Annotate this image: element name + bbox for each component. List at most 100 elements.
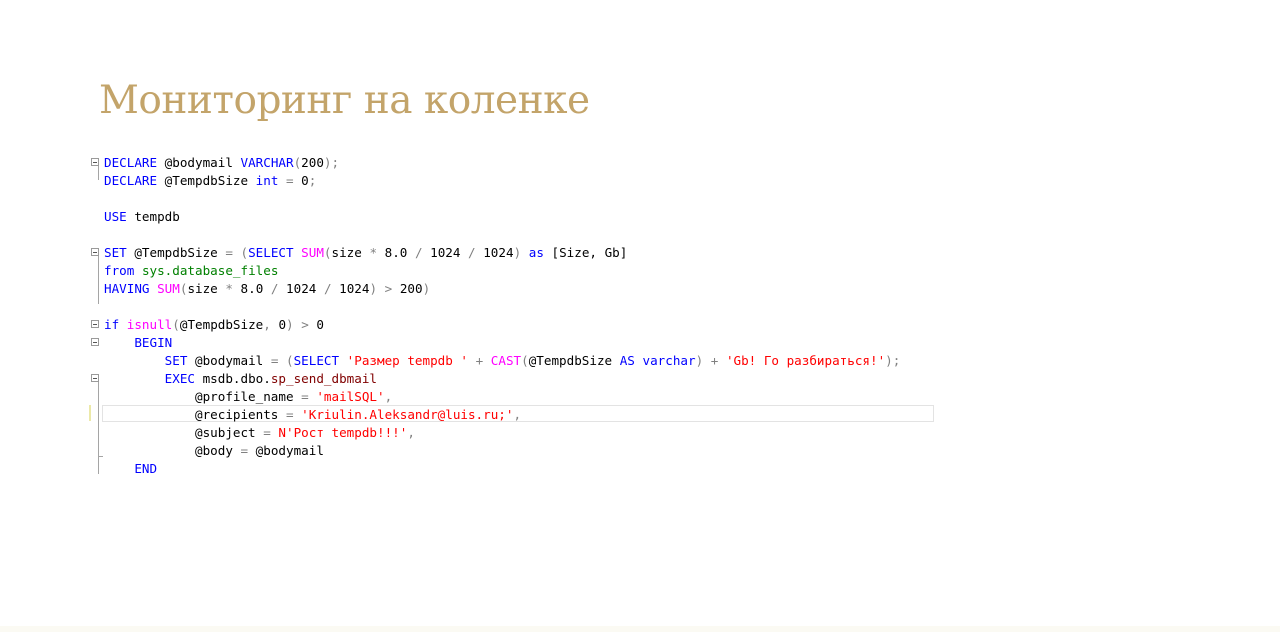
code-line-text: DECLARE @bodymail VARCHAR(200); bbox=[104, 154, 339, 172]
code-token: tempdb bbox=[126, 209, 180, 224]
code-line: EXEC msdb.dbo.sp_send_dbmail bbox=[88, 370, 934, 388]
code-token: 1024 bbox=[422, 245, 469, 260]
code-line-text: @body = @bodymail bbox=[104, 442, 324, 460]
code-line: if isnull(@TempdbSize, 0) > 0 bbox=[88, 316, 934, 334]
code-token: ); bbox=[885, 353, 901, 368]
code-token: , bbox=[263, 317, 271, 332]
code-token: @bodymail bbox=[157, 155, 241, 170]
code-token: BEGIN bbox=[134, 335, 173, 350]
code-token: @TempdbSize bbox=[126, 245, 226, 260]
code-token: ( bbox=[323, 245, 332, 260]
code-token: > bbox=[301, 317, 309, 332]
code-line-text: USE tempdb bbox=[104, 208, 180, 226]
code-token: msdb.dbo. bbox=[195, 371, 271, 386]
code-token: N'Рост tempdb!!!' bbox=[278, 425, 408, 440]
code-token: = ( bbox=[270, 353, 294, 368]
code-token: 0 bbox=[308, 317, 324, 332]
code-token: , bbox=[407, 425, 415, 440]
code-token: @profile_name bbox=[104, 389, 302, 404]
code-line-text: END bbox=[104, 460, 157, 478]
code-token: ( bbox=[172, 317, 180, 332]
code-line: @recipients = 'Kriulin.Aleksandr@luis.ru… bbox=[88, 406, 934, 424]
code-token: 0 bbox=[270, 317, 287, 332]
code-line-text: SET @TempdbSize = (SELECT SUM(size * 8.0… bbox=[104, 244, 627, 262]
code-token: EXEC bbox=[164, 371, 196, 386]
code-token: @TempdbSize bbox=[157, 173, 256, 188]
code-token: 'mailSQL' bbox=[316, 389, 385, 404]
code-token: 0 bbox=[301, 173, 309, 188]
code-token: VARCHAR bbox=[240, 155, 294, 170]
code-token: = ( bbox=[225, 245, 249, 260]
code-line: SET @bodymail = (SELECT 'Размер tempdb '… bbox=[88, 352, 934, 370]
code-token: sp_send_dbmail bbox=[270, 371, 377, 386]
code-token: = bbox=[301, 389, 309, 404]
code-token: 8.0 bbox=[377, 245, 415, 260]
code-token: varchar bbox=[642, 353, 696, 368]
code-line-text: HAVING SUM(size * 8.0 / 1024 / 1024) > 2… bbox=[104, 280, 430, 298]
code-line-text: DECLARE @TempdbSize int = 0; bbox=[104, 172, 316, 190]
code-line: BEGIN bbox=[88, 334, 934, 352]
code-token: size bbox=[187, 281, 226, 296]
code-line-text: @subject = N'Рост tempdb!!!', bbox=[104, 424, 415, 442]
bottom-strip bbox=[0, 626, 1280, 632]
code-token: 1024 bbox=[331, 281, 370, 296]
code-token: @bodymail bbox=[248, 443, 324, 458]
code-token: / bbox=[414, 245, 423, 260]
code-token: isnull bbox=[126, 317, 173, 332]
code-token: 'Gb! Го разбираться!' bbox=[725, 353, 886, 368]
code-token: @recipients bbox=[104, 407, 286, 422]
code-token: 200 bbox=[301, 155, 324, 170]
code-line: from sys.database_files bbox=[88, 262, 934, 280]
code-token: = bbox=[240, 443, 249, 458]
code-line-text: SET @bodymail = (SELECT 'Размер tempdb '… bbox=[104, 352, 901, 370]
code-token: if bbox=[104, 317, 120, 332]
code-line-text: @profile_name = 'mailSQL', bbox=[104, 388, 392, 406]
code-token: SET bbox=[164, 353, 188, 368]
code-token: USE bbox=[104, 209, 127, 224]
code-token: 'Kriulin.Aleksandr@luis.ru;' bbox=[301, 407, 514, 422]
code-token: from bbox=[104, 263, 135, 278]
code-token: ; bbox=[308, 173, 317, 188]
code-token: size bbox=[331, 245, 370, 260]
code-token: 1024 bbox=[278, 281, 324, 296]
code-line-text: BEGIN bbox=[104, 334, 172, 352]
code-line: @body = @bodymail bbox=[88, 442, 934, 460]
code-editor[interactable]: DECLARE @bodymail VARCHAR(200); DECLARE … bbox=[88, 152, 934, 482]
code-token: ); bbox=[323, 155, 340, 170]
code-token: * bbox=[225, 281, 233, 296]
code-token: , bbox=[513, 407, 522, 422]
code-token: 8.0 bbox=[232, 281, 271, 296]
code-token: [Size, Gb] bbox=[543, 245, 628, 260]
code-token: SUM bbox=[301, 245, 324, 260]
code-token: 1024 bbox=[475, 245, 514, 260]
code-token: @TempdbSize bbox=[528, 353, 620, 368]
code-line-text: EXEC msdb.dbo.sp_send_dbmail bbox=[104, 370, 377, 388]
code-token: DECLARE bbox=[104, 173, 158, 188]
code-token: / bbox=[323, 281, 332, 296]
code-token: , bbox=[384, 389, 393, 404]
code-token: int bbox=[255, 173, 279, 188]
code-token: / bbox=[468, 245, 476, 260]
code-token: HAVING bbox=[104, 281, 150, 296]
code-token: = bbox=[278, 173, 302, 188]
code-token: SUM bbox=[157, 281, 180, 296]
code-token: as bbox=[528, 245, 544, 260]
code-line: @profile_name = 'mailSQL', bbox=[88, 388, 934, 406]
code-token: = bbox=[263, 425, 271, 440]
code-line: SET @TempdbSize = (SELECT SUM(size * 8.0… bbox=[88, 244, 934, 262]
code-token: * bbox=[369, 245, 378, 260]
